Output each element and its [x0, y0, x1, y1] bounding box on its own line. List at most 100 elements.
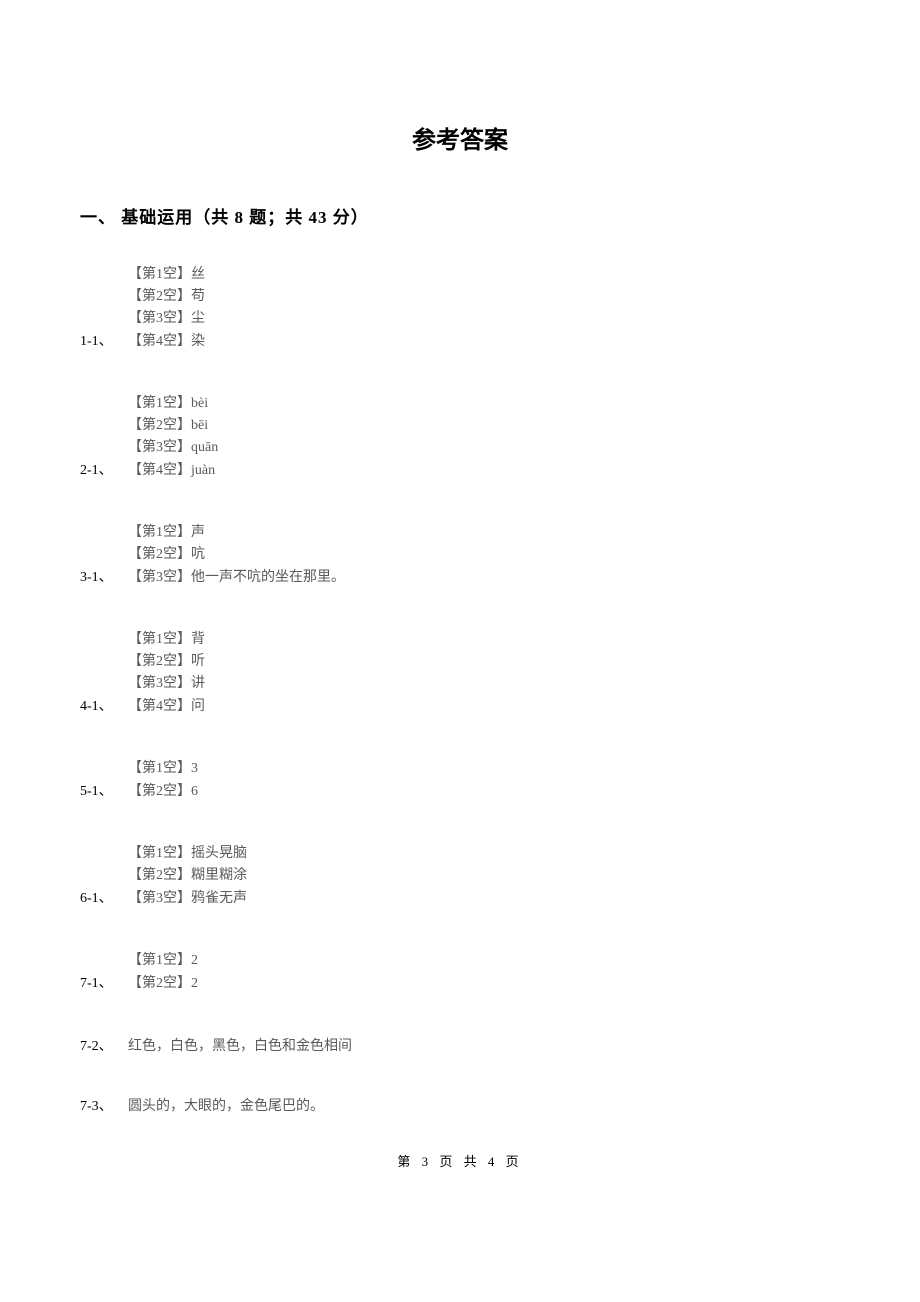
blank-value: 问 [191, 699, 205, 714]
page-title: 参考答案 [80, 120, 840, 155]
blank-line: 【第3空】鸦雀无声 [128, 888, 247, 910]
last-line: 4-1、 【第4空】问 [80, 695, 840, 718]
blank-value: juàn [191, 463, 215, 478]
blank-label: 【第1空】 [128, 396, 191, 411]
blank-value: 3 [191, 761, 198, 776]
question-number: 3-1、 [80, 566, 128, 586]
question-block: 【第1空】声 【第2空】吭 3-1、 【第3空】他一声不吭的坐在那里。 [80, 522, 840, 589]
blank-line: 【第1空】摇头晃脑 [128, 843, 840, 865]
answer-text: 圆头的，大眼的，金色尾巴的。 [128, 1095, 324, 1115]
section-number: 一、 [80, 208, 116, 227]
question-block: 【第1空】背 【第2空】听 【第3空】讲 4-1、 【第4空】问 [80, 629, 840, 718]
answer-text: 红色，白色，黑色，白色和金色相间 [128, 1035, 352, 1055]
blanks-stack: 【第1空】2 [128, 950, 840, 972]
blank-value: 讲 [191, 676, 205, 691]
blank-line: 【第1空】bèi [128, 393, 840, 415]
blank-label: 【第1空】 [128, 953, 191, 968]
simple-answer-row: 7-2、 红色，白色，黑色，白色和金色相间 [80, 1035, 840, 1055]
blanks-stack: 【第1空】声 【第2空】吭 [128, 522, 840, 566]
blank-value: 糊里糊涂 [191, 868, 247, 883]
blank-line: 【第1空】声 [128, 522, 840, 544]
last-line: 3-1、 【第3空】他一声不吭的坐在那里。 [80, 566, 840, 589]
blank-label: 【第3空】 [128, 311, 191, 326]
blank-label: 【第3空】 [128, 891, 191, 906]
blank-value: 苟 [191, 289, 205, 304]
page-container: 参考答案 一、 基础运用（共 8 题；共 43 分） 【第1空】丝 【第2空】苟… [0, 0, 920, 1200]
blank-value: 背 [191, 632, 205, 647]
blank-value: 他一声不吭的坐在那里。 [191, 570, 345, 585]
blank-value: 6 [191, 784, 198, 799]
blank-label: 【第2空】 [128, 976, 191, 991]
question-block: 【第1空】丝 【第2空】苟 【第3空】尘 1-1、 【第4空】染 [80, 264, 840, 353]
blank-line: 【第4空】染 [128, 331, 205, 353]
blank-line: 【第1空】2 [128, 950, 840, 972]
blank-value: 声 [191, 525, 205, 540]
blank-line: 【第3空】quān [128, 437, 840, 459]
blank-label: 【第4空】 [128, 699, 191, 714]
question-number: 6-1、 [80, 887, 128, 907]
section-label: 基础运用（共 8 题；共 43 分） [121, 208, 369, 227]
blank-label: 【第1空】 [128, 846, 191, 861]
simple-answer-row: 7-3、 圆头的，大眼的，金色尾巴的。 [80, 1095, 840, 1115]
question-number: 7-2、 [80, 1035, 128, 1055]
blank-label: 【第3空】 [128, 570, 191, 585]
blank-line: 【第4空】juàn [128, 460, 215, 482]
blank-line: 【第3空】讲 [128, 673, 840, 695]
blank-label: 【第2空】 [128, 547, 191, 562]
blank-line: 【第2空】6 [128, 781, 198, 803]
blank-value: 摇头晃脑 [191, 846, 247, 861]
last-line: 7-1、 【第2空】2 [80, 972, 840, 995]
question-number: 7-3、 [80, 1095, 128, 1115]
question-number: 7-1、 [80, 972, 128, 992]
blank-label: 【第4空】 [128, 334, 191, 349]
question-block: 【第1空】3 5-1、 【第2空】6 [80, 758, 840, 803]
blank-value: 尘 [191, 311, 205, 326]
blank-line: 【第2空】吭 [128, 544, 840, 566]
blanks-stack: 【第1空】丝 【第2空】苟 【第3空】尘 [128, 264, 840, 330]
blank-line: 【第4空】问 [128, 696, 205, 718]
blank-label: 【第2空】 [128, 784, 191, 799]
blank-label: 【第3空】 [128, 676, 191, 691]
blank-value: 2 [191, 976, 198, 991]
blanks-stack: 【第1空】3 [128, 758, 840, 780]
blank-line: 【第1空】丝 [128, 264, 840, 286]
blank-value: quān [191, 440, 218, 455]
blank-line: 【第2空】听 [128, 651, 840, 673]
blank-value: 染 [191, 334, 205, 349]
question-number: 5-1、 [80, 780, 128, 800]
question-number: 4-1、 [80, 695, 128, 715]
question-block: 【第1空】摇头晃脑 【第2空】糊里糊涂 6-1、 【第3空】鸦雀无声 [80, 843, 840, 910]
blank-value: bēi [191, 418, 208, 433]
section-header: 一、 基础运用（共 8 题；共 43 分） [80, 203, 840, 228]
blank-line: 【第3空】他一声不吭的坐在那里。 [128, 567, 345, 589]
blank-value: 吭 [191, 547, 205, 562]
blank-label: 【第2空】 [128, 868, 191, 883]
blank-value: bèi [191, 396, 208, 411]
blank-value: 丝 [191, 267, 205, 282]
blank-label: 【第2空】 [128, 418, 191, 433]
blank-value: 2 [191, 953, 198, 968]
blanks-stack: 【第1空】bèi 【第2空】bēi 【第3空】quān [128, 393, 840, 459]
question-number: 1-1、 [80, 330, 128, 350]
blank-value: 听 [191, 654, 205, 669]
blank-line: 【第3空】尘 [128, 308, 840, 330]
question-block: 【第1空】bèi 【第2空】bēi 【第3空】quān 2-1、 【第4空】ju… [80, 393, 840, 482]
last-line: 6-1、 【第3空】鸦雀无声 [80, 887, 840, 910]
last-line: 5-1、 【第2空】6 [80, 780, 840, 803]
blank-label: 【第1空】 [128, 267, 191, 282]
blank-label: 【第3空】 [128, 440, 191, 455]
blank-label: 【第2空】 [128, 289, 191, 304]
blank-label: 【第2空】 [128, 654, 191, 669]
page-footer: 第 3 页 共 4 页 [0, 1151, 920, 1170]
blank-label: 【第1空】 [128, 632, 191, 647]
blank-label: 【第1空】 [128, 525, 191, 540]
blanks-stack: 【第1空】背 【第2空】听 【第3空】讲 [128, 629, 840, 695]
blank-line: 【第2空】苟 [128, 286, 840, 308]
blank-line: 【第1空】背 [128, 629, 840, 651]
blank-label: 【第4空】 [128, 463, 191, 478]
blanks-stack: 【第1空】摇头晃脑 【第2空】糊里糊涂 [128, 843, 840, 887]
last-line: 1-1、 【第4空】染 [80, 330, 840, 353]
question-block: 【第1空】2 7-1、 【第2空】2 [80, 950, 840, 995]
blank-line: 【第2空】糊里糊涂 [128, 865, 840, 887]
blank-line: 【第1空】3 [128, 758, 840, 780]
